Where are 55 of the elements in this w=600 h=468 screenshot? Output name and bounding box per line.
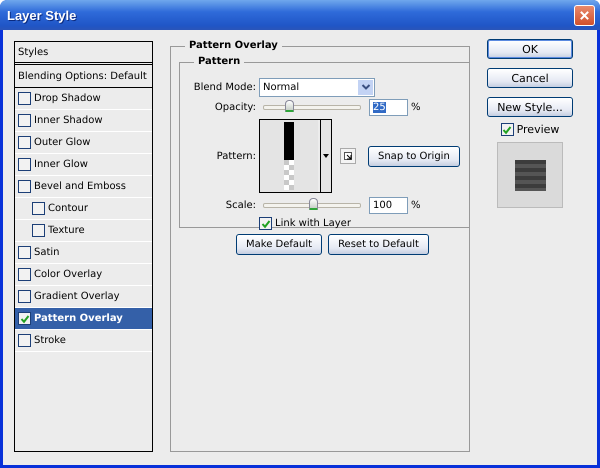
group-title: Pattern Overlay bbox=[185, 40, 282, 51]
field-label: Scale: bbox=[224, 200, 257, 210]
list-item[interactable]: Pattern Overlay bbox=[15, 308, 152, 330]
list-item[interactable]: Blending Options: Default bbox=[15, 65, 152, 88]
checkbox[interactable] bbox=[18, 136, 31, 149]
list-item[interactable]: Texture bbox=[15, 220, 152, 242]
list-item[interactable]: Bevel and Emboss bbox=[15, 176, 152, 198]
dialog-button[interactable]: OK bbox=[487, 39, 573, 59]
checkbox-label: Preview bbox=[516, 123, 560, 136]
list-item[interactable]: Outer Glow bbox=[15, 132, 152, 154]
slider-thumb[interactable] bbox=[284, 100, 294, 112]
checkbox[interactable] bbox=[18, 180, 31, 193]
list-item[interactable]: Color Overlay bbox=[15, 264, 152, 286]
checkbox-label: Link with Layer bbox=[275, 218, 351, 229]
checkbox[interactable] bbox=[18, 114, 31, 127]
page-icon bbox=[343, 151, 353, 161]
default-button[interactable]: Reset to Default bbox=[328, 234, 429, 255]
slider-thumb[interactable] bbox=[308, 198, 318, 210]
checkbox[interactable] bbox=[32, 224, 45, 237]
dialog-button[interactable]: Cancel bbox=[487, 68, 573, 88]
checkbox[interactable] bbox=[18, 246, 31, 259]
scale-input[interactable]: 100 bbox=[369, 196, 408, 214]
blend-mode-dropdown[interactable]: Normal bbox=[259, 78, 375, 96]
list-item[interactable]: Inner Glow bbox=[15, 154, 152, 176]
field-label: Opacity: bbox=[214, 102, 257, 112]
pattern-swatch[interactable] bbox=[259, 119, 321, 193]
field-label: Blend Mode: bbox=[192, 82, 257, 92]
unit-label: % bbox=[411, 102, 421, 112]
checkbox[interactable] bbox=[18, 312, 31, 325]
checkbox[interactable] bbox=[18, 268, 31, 281]
checkbox[interactable] bbox=[18, 334, 31, 347]
new-preset-button[interactable] bbox=[340, 148, 356, 164]
field-label: Pattern: bbox=[216, 150, 257, 162]
group-title: Pattern bbox=[194, 56, 244, 67]
snap-to-origin-button[interactable]: Snap to Origin bbox=[368, 146, 460, 166]
close-button[interactable] bbox=[574, 4, 595, 26]
checkbox[interactable] bbox=[259, 217, 272, 230]
checkbox[interactable] bbox=[32, 202, 45, 215]
list-header: Styles bbox=[15, 42, 152, 65]
list-item[interactable]: Drop Shadow bbox=[15, 88, 152, 110]
checkbox[interactable] bbox=[18, 158, 31, 171]
preview-thumbnail bbox=[497, 142, 563, 208]
list-item[interactable]: Contour bbox=[15, 198, 152, 220]
list-item[interactable]: Stroke bbox=[15, 330, 152, 352]
checkbox[interactable] bbox=[500, 123, 514, 136]
dialog-button[interactable]: New Style... bbox=[487, 97, 573, 117]
list-item[interactable]: Satin bbox=[15, 242, 152, 264]
unit-label: % bbox=[411, 200, 421, 210]
opacity-input[interactable]: 25 bbox=[369, 98, 408, 116]
list-item[interactable]: Inner Shadow bbox=[15, 110, 152, 132]
checkbox[interactable] bbox=[18, 290, 31, 303]
close-icon bbox=[579, 10, 590, 20]
window-title: Layer Style bbox=[7, 8, 76, 22]
checkbox[interactable] bbox=[18, 92, 31, 105]
default-button[interactable]: Make Default bbox=[236, 234, 322, 255]
